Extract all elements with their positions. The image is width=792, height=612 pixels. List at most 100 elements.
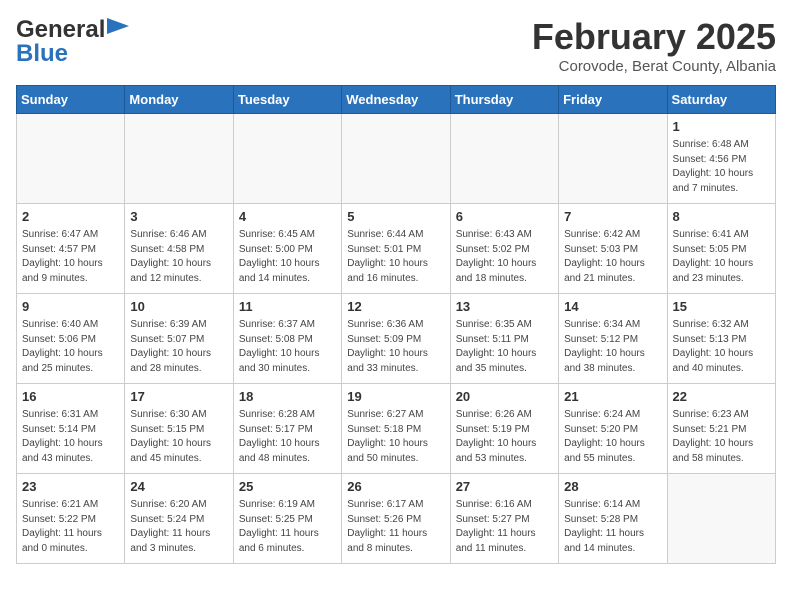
page-header: General Blue February 2025 Corovode, Ber… [16,16,776,75]
col-sunday: Sunday [17,86,125,114]
calendar-cell: 8Sunrise: 6:41 AM Sunset: 5:05 PM Daylig… [667,204,775,294]
calendar-cell [17,114,125,204]
day-number: 15 [673,298,770,316]
calendar-cell: 17 Sunrise: 6:30 AM Sunset: 5:15 PM Dayli… [125,384,233,474]
calendar-cell: 28 Sunrise: 6:14 AM Sunset: 5:28 PM Dayli… [559,474,667,564]
day-info: Sunrise: 6:43 AM Sunset: 5:02 PM Dayligh… [456,228,553,286]
day-info: Sunrise: 6:36 AM Sunset: 5:09 PM Dayligh… [347,318,444,376]
logo-flag-icon [107,18,129,34]
day-info: Sunrise: 6:14 AM Sunset: 5:28 PM Dayligh… [564,498,661,556]
day-number: 25 [239,478,336,496]
day-info: Sunrise: 6:32 AM Sunset: 5:13 PM Dayligh… [673,318,770,376]
calendar-cell: 2 Sunrise: 6:47 AM Sunset: 4:57 PM Daylig… [17,204,125,294]
logo: General Blue [16,16,129,68]
day-info: Sunrise: 6:34 AM Sunset: 5:12 PM Dayligh… [564,318,661,376]
day-info: Sunrise: 6:47 AM Sunset: 4:57 PM Dayligh… [22,228,119,286]
header-row: Sunday Monday Tuesday Wednesday Thursday… [17,86,776,114]
day-number: 7 [564,208,661,226]
location-subtitle: Corovode, Berat County, Albania [532,58,776,75]
calendar-cell: 19 Sunrise: 6:27 AM Sunset: 5:18 PM Dayli… [342,384,450,474]
day-number: 2 [22,208,119,226]
day-number: 4 [239,208,336,226]
day-number: 14 [564,298,661,316]
calendar-cell: 6 Sunrise: 6:43 AM Sunset: 5:02 PM Daylig… [450,204,558,294]
day-number: 22 [673,388,770,406]
calendar-header: Sunday Monday Tuesday Wednesday Thursday… [17,86,776,114]
calendar-week-3: 9 Sunrise: 6:40 AM Sunset: 5:06 PM Daylig… [17,294,776,384]
day-number: 11 [239,298,336,316]
day-info: Sunrise: 6:30 AM Sunset: 5:15 PM Dayligh… [130,408,227,466]
day-info: Sunrise: 6:44 AM Sunset: 5:01 PM Dayligh… [347,228,444,286]
day-info: Sunrise: 6:42 AM Sunset: 5:03 PM Dayligh… [564,228,661,286]
calendar-cell: 12 Sunrise: 6:36 AM Sunset: 5:09 PM Dayli… [342,294,450,384]
calendar-week-2: 2 Sunrise: 6:47 AM Sunset: 4:57 PM Daylig… [17,204,776,294]
day-info: Sunrise: 6:39 AM Sunset: 5:07 PM Dayligh… [130,318,227,376]
day-number: 8 [673,208,770,226]
day-info: Sunrise: 6:16 AM Sunset: 5:27 PM Dayligh… [456,498,553,556]
day-number: 27 [456,478,553,496]
calendar-cell: 18Sunrise: 6:28 AM Sunset: 5:17 PM Dayli… [233,384,341,474]
day-number: 19 [347,388,444,406]
day-number: 6 [456,208,553,226]
day-number: 9 [22,298,119,316]
calendar-cell: 20 Sunrise: 6:26 AM Sunset: 5:19 PM Dayli… [450,384,558,474]
calendar-week-4: 16 Sunrise: 6:31 AM Sunset: 5:14 PM Dayli… [17,384,776,474]
day-number: 13 [456,298,553,316]
calendar-cell: 1 Sunrise: 6:48 AM Sunset: 4:56 PM Daylig… [667,114,775,204]
day-info: Sunrise: 6:27 AM Sunset: 5:18 PM Dayligh… [347,408,444,466]
calendar-cell: 7 Sunrise: 6:42 AM Sunset: 5:03 PM Daylig… [559,204,667,294]
day-number: 23 [22,478,119,496]
calendar-cell: 5 Sunrise: 6:44 AM Sunset: 5:01 PM Daylig… [342,204,450,294]
day-number: 24 [130,478,227,496]
calendar-cell: 14 Sunrise: 6:34 AM Sunset: 5:12 PM Dayli… [559,294,667,384]
calendar-cell: 16 Sunrise: 6:31 AM Sunset: 5:14 PM Dayli… [17,384,125,474]
day-info: Sunrise: 6:24 AM Sunset: 5:20 PM Dayligh… [564,408,661,466]
col-monday: Monday [125,86,233,114]
calendar-cell [125,114,233,204]
calendar-cell: 3 Sunrise: 6:46 AM Sunset: 4:58 PM Daylig… [125,204,233,294]
day-info: Sunrise: 6:37 AM Sunset: 5:08 PM Dayligh… [239,318,336,376]
month-title: February 2025 [532,16,776,58]
day-info: Sunrise: 6:48 AM Sunset: 4:56 PM Dayligh… [673,138,770,196]
col-thursday: Thursday [450,86,558,114]
col-saturday: Saturday [667,86,775,114]
calendar-cell: 22Sunrise: 6:23 AM Sunset: 5:21 PM Dayli… [667,384,775,474]
day-info: Sunrise: 6:17 AM Sunset: 5:26 PM Dayligh… [347,498,444,556]
day-number: 21 [564,388,661,406]
day-info: Sunrise: 6:45 AM Sunset: 5:00 PM Dayligh… [239,228,336,286]
calendar-week-5: 23 Sunrise: 6:21 AM Sunset: 5:22 PM Dayli… [17,474,776,564]
calendar-table: Sunday Monday Tuesday Wednesday Thursday… [16,85,776,564]
calendar-body: 1 Sunrise: 6:48 AM Sunset: 4:56 PM Daylig… [17,114,776,564]
day-info: Sunrise: 6:21 AM Sunset: 5:22 PM Dayligh… [22,498,119,556]
day-number: 3 [130,208,227,226]
day-info: Sunrise: 6:19 AM Sunset: 5:25 PM Dayligh… [239,498,336,556]
day-number: 1 [673,118,770,136]
calendar-cell: 24Sunrise: 6:20 AM Sunset: 5:24 PM Dayli… [125,474,233,564]
calendar-cell [450,114,558,204]
day-info: Sunrise: 6:46 AM Sunset: 4:58 PM Dayligh… [130,228,227,286]
day-info: Sunrise: 6:31 AM Sunset: 5:14 PM Dayligh… [22,408,119,466]
col-friday: Friday [559,86,667,114]
day-number: 16 [22,388,119,406]
calendar-cell: 21 Sunrise: 6:24 AM Sunset: 5:20 PM Dayli… [559,384,667,474]
calendar-cell: 25 Sunrise: 6:19 AM Sunset: 5:25 PM Dayli… [233,474,341,564]
day-info: Sunrise: 6:40 AM Sunset: 5:06 PM Dayligh… [22,318,119,376]
calendar-cell: 10 Sunrise: 6:39 AM Sunset: 5:07 PM Dayli… [125,294,233,384]
day-info: Sunrise: 6:35 AM Sunset: 5:11 PM Dayligh… [456,318,553,376]
calendar-cell [667,474,775,564]
calendar-cell: 9 Sunrise: 6:40 AM Sunset: 5:06 PM Daylig… [17,294,125,384]
day-number: 20 [456,388,553,406]
day-info: Sunrise: 6:26 AM Sunset: 5:19 PM Dayligh… [456,408,553,466]
calendar-cell: 13 Sunrise: 6:35 AM Sunset: 5:11 PM Dayli… [450,294,558,384]
logo-blue: Blue [16,40,68,67]
day-number: 12 [347,298,444,316]
day-number: 5 [347,208,444,226]
day-info: Sunrise: 6:28 AM Sunset: 5:17 PM Dayligh… [239,408,336,466]
day-number: 10 [130,298,227,316]
calendar-cell: 15 Sunrise: 6:32 AM Sunset: 5:13 PM Dayli… [667,294,775,384]
col-wednesday: Wednesday [342,86,450,114]
calendar-cell [233,114,341,204]
day-number: 17 [130,388,227,406]
calendar-cell: 27 Sunrise: 6:16 AM Sunset: 5:27 PM Dayli… [450,474,558,564]
day-number: 28 [564,478,661,496]
